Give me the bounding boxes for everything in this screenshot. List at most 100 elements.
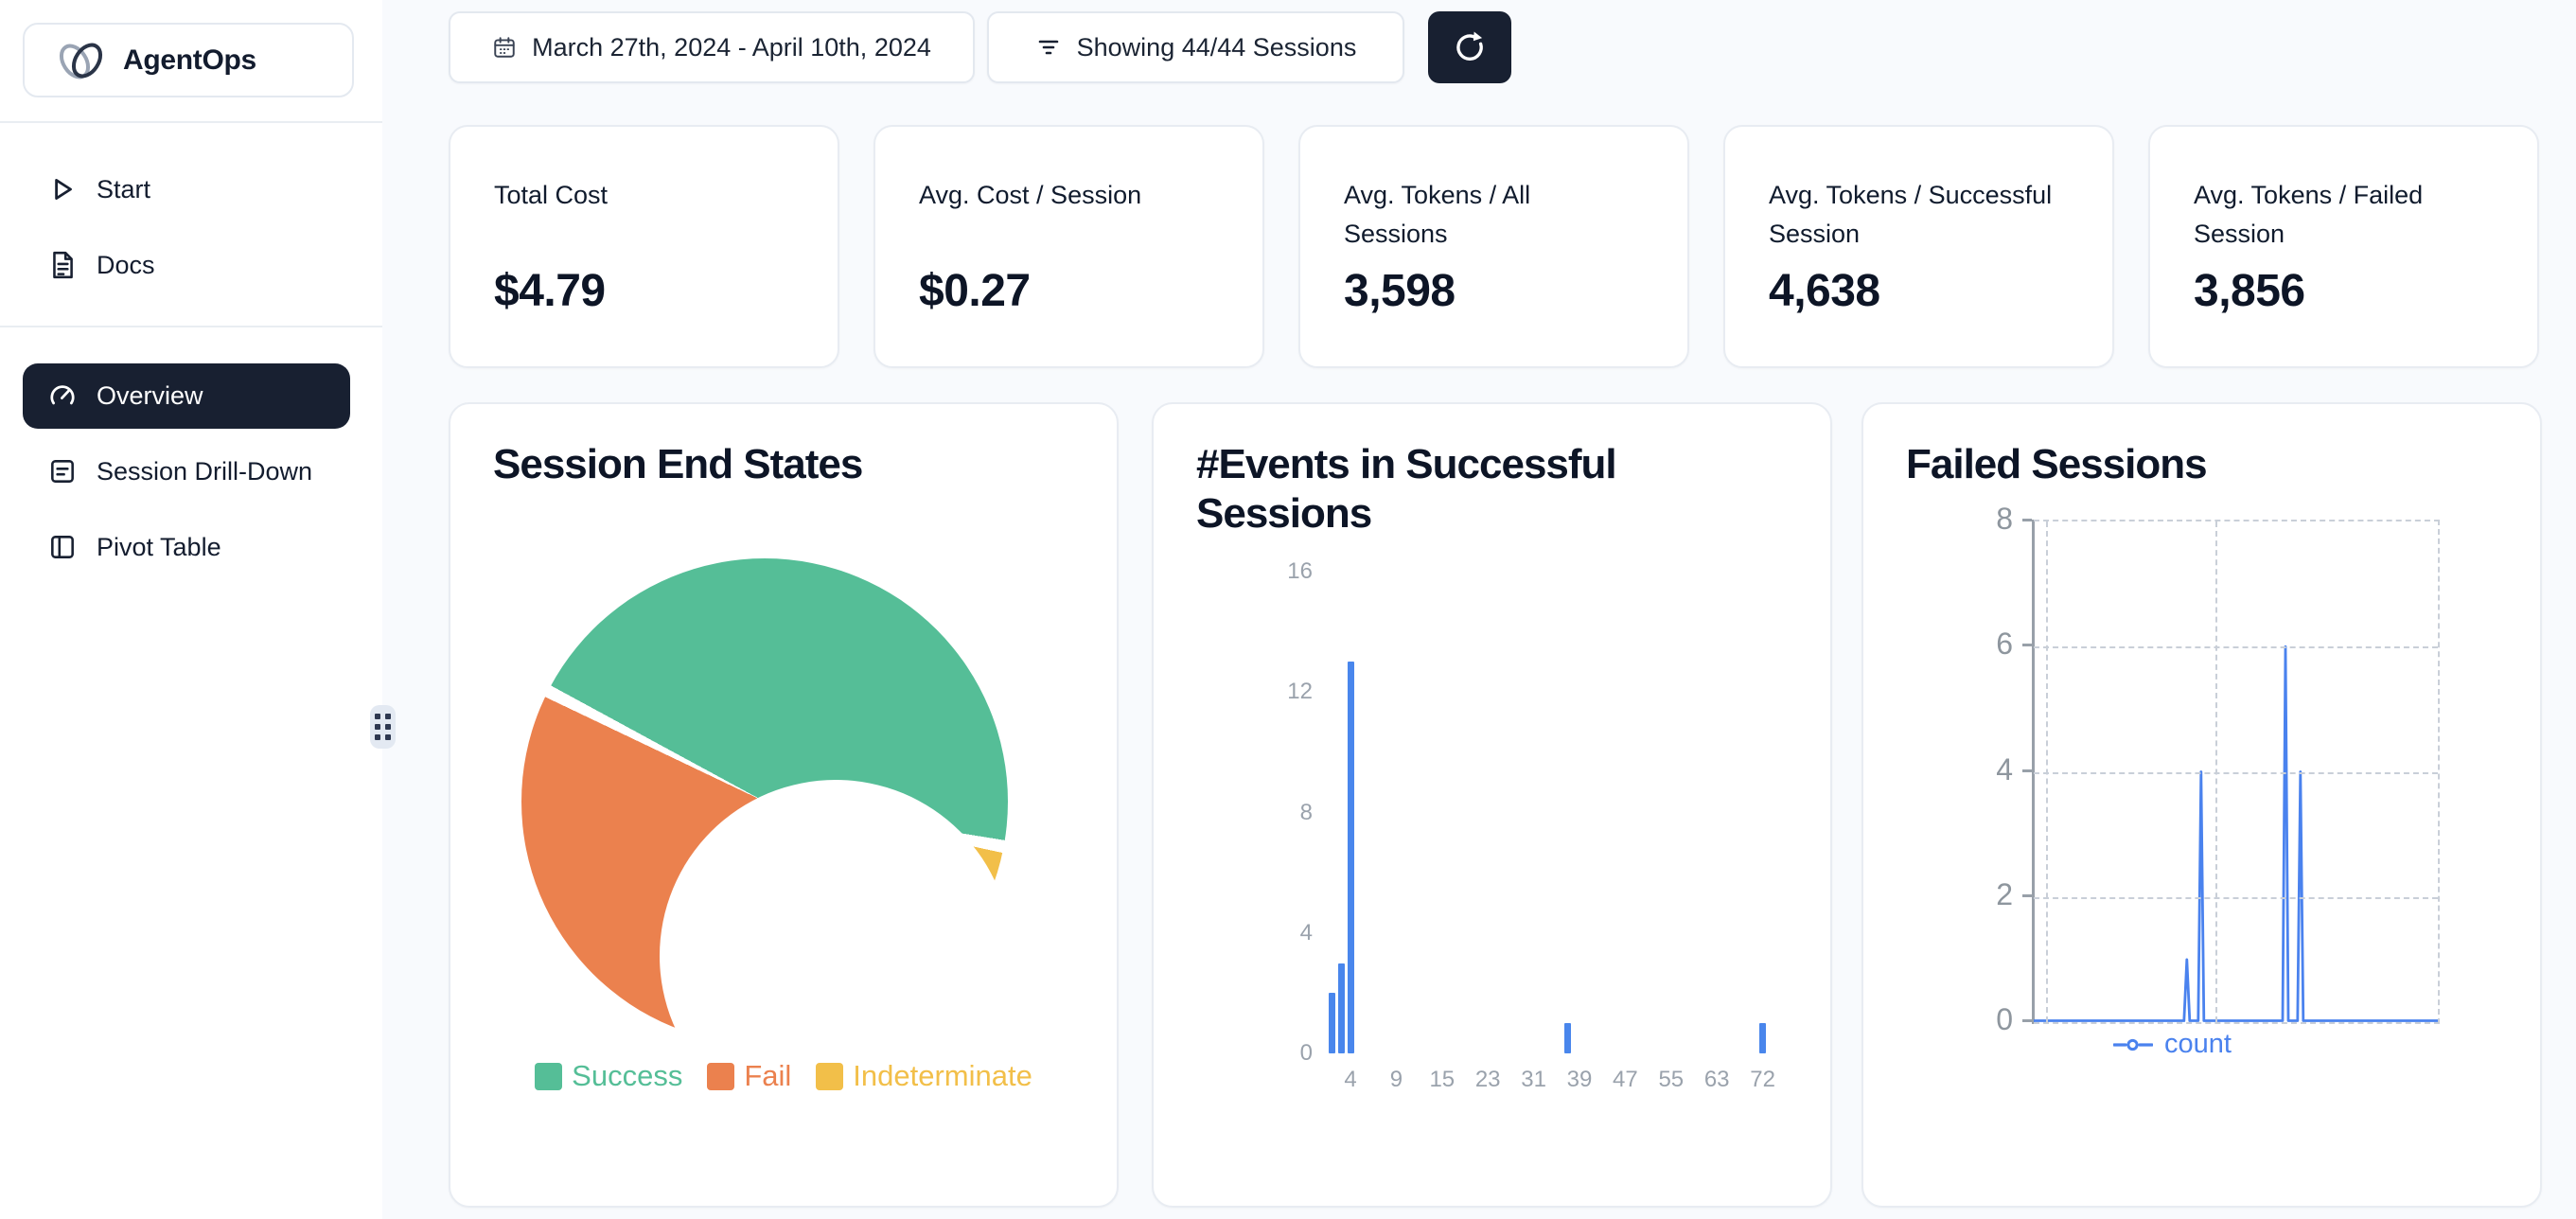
refresh-button[interactable] (1428, 11, 1511, 83)
stat-label: Avg. Tokens / Successful Session (1769, 176, 2053, 253)
stat-value: $4.79 (494, 265, 606, 317)
donut-chart (521, 558, 1008, 1045)
axis-tick (2022, 519, 2032, 521)
stat-label: Total Cost (494, 176, 778, 215)
stat-card-avg-tokens-successful: Avg. Tokens / Successful Session 4,638 (1723, 125, 2114, 368)
y-axis-tick-label: 4 (1939, 752, 2013, 787)
count-legend-marker-icon (2113, 1038, 2153, 1051)
agentops-logo-icon (57, 39, 106, 82)
y-axis-tick-label: 0 (1244, 1040, 1313, 1067)
sidebar-item-pivot-table[interactable]: Pivot Table (23, 519, 350, 575)
session-list-icon (47, 456, 78, 486)
y-axis-tick-label: 16 (1244, 558, 1313, 585)
chart-card-failed-sessions: Failed Sessions 86420 count (1861, 402, 2542, 1208)
sidebar-item-docs[interactable]: Docs (23, 237, 350, 293)
sidebar-item-label: Start (97, 175, 150, 204)
x-axis-tick-label: 31 (1511, 1067, 1557, 1093)
bar (1329, 993, 1335, 1053)
chart-title: Failed Sessions (1906, 440, 2207, 489)
legend-swatch (707, 1063, 734, 1090)
sidebar: AgentOps Start Docs (0, 0, 384, 1219)
stat-label: Avg. Tokens / Failed Session (2194, 176, 2478, 253)
y-axis-tick-label: 12 (1244, 679, 1313, 705)
x-axis-tick-label: 23 (1465, 1067, 1510, 1093)
x-axis-tick-label: 72 (1740, 1067, 1786, 1093)
y-axis-tick-label: 2 (1939, 877, 2013, 912)
sidebar-divider (0, 121, 382, 123)
agentops-dashboard: AgentOps Start Docs (0, 0, 2576, 1219)
stat-card-avg-tokens-failed: Avg. Tokens / Failed Session 3,856 (2148, 125, 2539, 368)
handle-dot (375, 714, 380, 719)
gridline (2034, 772, 2438, 774)
x-axis-tick-label: 4 (1328, 1067, 1373, 1093)
sidebar-item-overview[interactable]: Overview (23, 363, 350, 429)
play-icon (47, 174, 78, 204)
chart-card-session-end-states: Session End States Success Fail Indetermin… (449, 402, 1119, 1208)
donut-legend: Success Fail Indeterminate (450, 1059, 1117, 1093)
axis-tick (2022, 894, 2032, 897)
legend-item-fail[interactable]: Fail (707, 1059, 791, 1093)
gridline (2046, 521, 2048, 1022)
sidebar-item-start[interactable]: Start (23, 161, 350, 218)
x-axis-tick-label: 55 (1649, 1067, 1694, 1093)
legend-item-indeterminate[interactable]: Indeterminate (816, 1059, 1032, 1093)
count-legend-label: count (2164, 1029, 2232, 1060)
brand-box[interactable]: AgentOps (23, 23, 354, 97)
sidebar-resize-handle[interactable] (370, 705, 396, 749)
axis-tick (2022, 1019, 2032, 1022)
bar (1564, 1023, 1571, 1053)
x-axis-tick-label: 9 (1373, 1067, 1419, 1093)
stat-value: 3,598 (1344, 265, 1456, 317)
axis-tick (2022, 769, 2032, 772)
legend-label: Fail (744, 1059, 791, 1093)
refresh-icon (1452, 29, 1488, 65)
handle-dot (375, 734, 380, 740)
calendar-icon (492, 35, 517, 60)
gridline (2034, 646, 2438, 648)
legend-swatch (535, 1063, 562, 1090)
sidebar-item-label: Docs (97, 251, 155, 280)
bar (1338, 963, 1345, 1053)
main-content: March 27th, 2024 - April 10th, 2024 Show… (382, 0, 2576, 1219)
x-axis-tick-label: 39 (1557, 1067, 1602, 1093)
plot-area (2034, 520, 2440, 1024)
stat-card-total-cost: Total Cost $4.79 (449, 125, 839, 368)
stat-card-avg-cost-session: Avg. Cost / Session $0.27 (873, 125, 1264, 368)
filter-icon (1035, 34, 1062, 61)
stat-value: 3,856 (2194, 265, 2305, 317)
handle-dot (385, 724, 391, 730)
handle-dot (375, 724, 380, 730)
gridline (2034, 897, 2438, 899)
stat-label: Avg. Cost / Session (919, 176, 1203, 215)
sidebar-item-session-drill-down[interactable]: Session Drill-Down (23, 443, 350, 500)
brand-name: AgentOps (123, 44, 256, 77)
legend-label: Indeterminate (853, 1059, 1032, 1093)
sidebar-item-label: Pivot Table (97, 533, 221, 562)
chart-card-events-successful-sessions: #Events in Successful Sessions 1612840 4… (1152, 402, 1832, 1208)
x-axis-tick-label: 63 (1694, 1067, 1739, 1093)
handle-dot (385, 734, 391, 740)
count-legend[interactable]: count (1970, 1029, 2374, 1060)
stat-label: Avg. Tokens / All Sessions (1344, 176, 1628, 253)
sessions-filter-button[interactable]: Showing 44/44 Sessions (987, 11, 1404, 83)
gridline (2215, 521, 2217, 1022)
y-axis-tick-label: 4 (1244, 920, 1313, 946)
bar (1348, 662, 1354, 1053)
stat-card-avg-tokens-all: Avg. Tokens / All Sessions 3,598 (1298, 125, 1689, 368)
legend-swatch (816, 1063, 843, 1090)
date-range-button[interactable]: March 27th, 2024 - April 10th, 2024 (449, 11, 975, 83)
gauge-icon (47, 381, 78, 412)
date-range-label: March 27th, 2024 - April 10th, 2024 (532, 33, 931, 62)
chart-title: Session End States (493, 440, 862, 489)
x-axis-tick-label: 15 (1420, 1067, 1465, 1093)
y-axis-tick-label: 8 (1939, 502, 2013, 537)
docs-icon (47, 250, 78, 280)
sidebar-item-label: Session Drill-Down (97, 457, 312, 486)
legend-item-success[interactable]: Success (535, 1059, 682, 1093)
stats-row: Total Cost $4.79 Avg. Cost / Session $0.… (449, 125, 2539, 368)
stat-value: $0.27 (919, 265, 1031, 317)
bar (1759, 1023, 1766, 1053)
legend-label: Success (572, 1059, 682, 1093)
sessions-filter-label: Showing 44/44 Sessions (1077, 33, 1357, 62)
stat-value: 4,638 (1769, 265, 1880, 317)
